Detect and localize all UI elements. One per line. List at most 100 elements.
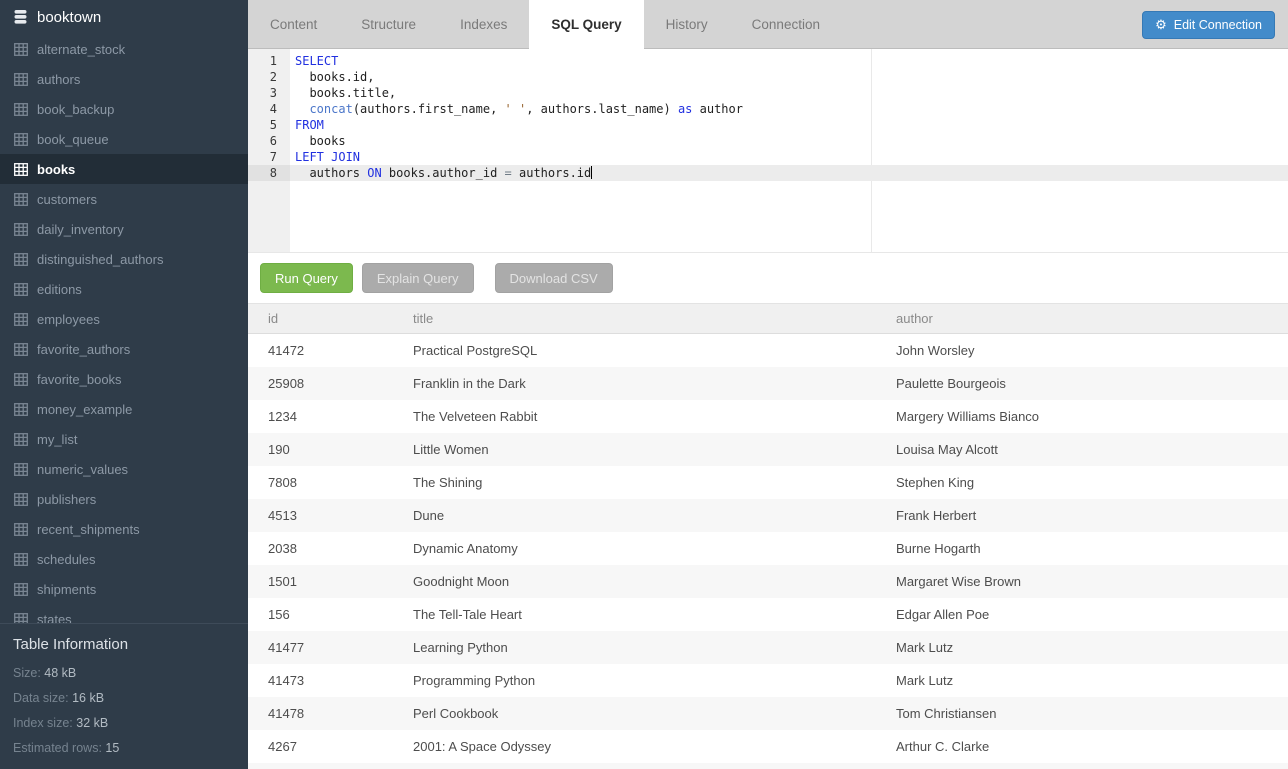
line-number: 3 xyxy=(248,85,290,101)
table-row[interactable]: 7808The ShiningStephen King xyxy=(248,466,1288,499)
tab-history[interactable]: History xyxy=(644,0,730,49)
cell-title: The Shining xyxy=(393,475,876,490)
table-row[interactable]: 190Little WomenLouisa May Alcott xyxy=(248,433,1288,466)
tab-indexes[interactable]: Indexes xyxy=(438,0,529,49)
table-icon xyxy=(14,523,28,536)
sidebar-table-distinguished_authors[interactable]: distinguished_authors xyxy=(0,244,248,274)
sidebar-table-editions[interactable]: editions xyxy=(0,274,248,304)
table-row[interactable]: 41472Practical PostgreSQLJohn Worsley xyxy=(248,334,1288,367)
table-row[interactable]: 25908Franklin in the DarkPaulette Bourge… xyxy=(248,367,1288,400)
line-number: 7 xyxy=(248,149,290,165)
table-name-label: books xyxy=(37,162,75,177)
table-list: alternate_stockauthors book_backup book_qu… xyxy=(0,34,248,623)
download-csv-button[interactable]: Download CSV xyxy=(495,263,613,293)
table-name-label: numeric_values xyxy=(37,462,128,477)
line-number: 1 xyxy=(248,53,290,69)
table-row[interactable]: 41477Learning PythonMark Lutz xyxy=(248,631,1288,664)
table-name-label: authors xyxy=(37,72,80,87)
cell-title: 2001: A Space Odyssey xyxy=(393,739,876,754)
cell-title: Franklin in the Dark xyxy=(393,376,876,391)
line-number: 5 xyxy=(248,117,290,133)
table-icon xyxy=(14,553,28,566)
sidebar-table-favorite_authors[interactable]: favorite_authors xyxy=(0,334,248,364)
info-value: 16 kB xyxy=(72,691,104,705)
sidebar-table-book_backup[interactable]: book_backup xyxy=(0,94,248,124)
sidebar: booktown alternate_stockauthors book_back… xyxy=(0,0,248,769)
cell-title: Practical PostgreSQL xyxy=(393,343,876,358)
table-row[interactable]: 1501Goodnight MoonMargaret Wise Brown xyxy=(248,565,1288,598)
cell-title: Programming Python xyxy=(393,673,876,688)
table-icon xyxy=(14,73,28,86)
table-name-label: editions xyxy=(37,282,82,297)
sidebar-table-recent_shipments[interactable]: recent_shipments xyxy=(0,514,248,544)
editor-gutter[interactable]: 12345678 xyxy=(248,49,290,252)
sidebar-table-books[interactable]: books xyxy=(0,154,248,184)
sidebar-table-employees[interactable]: employees xyxy=(0,304,248,334)
cell-id: 7808 xyxy=(248,475,393,490)
tab-connection[interactable]: Connection xyxy=(730,0,842,49)
table-row[interactable]: 1234The Velveteen RabbitMargery Williams… xyxy=(248,400,1288,433)
cell-author: Burne Hogarth xyxy=(876,541,1288,556)
sidebar-table-book_queue[interactable]: book_queue xyxy=(0,124,248,154)
table-name-label: favorite_books xyxy=(37,372,122,387)
database-name: booktown xyxy=(37,9,101,26)
column-header-author: author xyxy=(876,311,1288,326)
table-icon xyxy=(14,283,28,296)
sidebar-table-money_example[interactable]: money_example xyxy=(0,394,248,424)
table-info-row: Data size: 16 kB xyxy=(13,686,235,711)
code-line-2: books.id, xyxy=(290,69,1288,85)
table-icon xyxy=(14,493,28,506)
editor-code-area[interactable]: SELECT books.id, books.title, concat(aut… xyxy=(290,49,1288,252)
edit-connection-button[interactable]: ⚙ Edit Connection xyxy=(1142,11,1275,39)
cell-id: 156 xyxy=(248,607,393,622)
line-number: 4 xyxy=(248,101,290,117)
column-header-id: id xyxy=(248,311,393,326)
database-header[interactable]: booktown xyxy=(0,0,248,34)
tab-structure[interactable]: Structure xyxy=(339,0,438,49)
sidebar-table-alternate_stock[interactable]: alternate_stock xyxy=(0,34,248,64)
table-icon xyxy=(14,253,28,266)
sidebar-table-authors[interactable]: authors xyxy=(0,64,248,94)
table-row[interactable]: 4513DuneFrank Herbert xyxy=(248,499,1288,532)
cell-author: John Worsley xyxy=(876,343,1288,358)
sidebar-table-numeric_values[interactable]: numeric_values xyxy=(0,454,248,484)
table-icon xyxy=(14,43,28,56)
sidebar-table-customers[interactable]: customers xyxy=(0,184,248,214)
table-row[interactable]: 41478Perl CookbookTom Christiansen xyxy=(248,697,1288,730)
explain-query-button[interactable]: Explain Query xyxy=(362,263,474,293)
table-icon xyxy=(14,373,28,386)
table-row[interactable]: 156The Tell-Tale HeartEdgar Allen Poe xyxy=(248,598,1288,631)
table-icon xyxy=(14,103,28,116)
table-icon xyxy=(14,613,28,624)
results-table: idtitleauthor 41472Practical PostgreSQLJ… xyxy=(248,304,1288,769)
sidebar-table-states[interactable]: states xyxy=(0,604,248,623)
table-row[interactable]: 2038Dynamic AnatomyBurne Hogarth xyxy=(248,532,1288,565)
table-name-label: employees xyxy=(37,312,100,327)
tab-content[interactable]: Content xyxy=(248,0,339,49)
table-name-label: book_queue xyxy=(37,132,109,147)
sidebar-table-favorite_books[interactable]: favorite_books xyxy=(0,364,248,394)
sidebar-table-my_list[interactable]: my_list xyxy=(0,424,248,454)
sidebar-table-schedules[interactable]: schedules xyxy=(0,544,248,574)
sidebar-table-publishers[interactable]: publishers xyxy=(0,484,248,514)
table-name-label: states xyxy=(37,612,72,624)
cell-id: 41478 xyxy=(248,706,393,721)
tab-bar: ContentStructureIndexesSQL QueryHistoryC… xyxy=(248,0,1288,49)
table-name-label: book_backup xyxy=(37,102,114,117)
cell-author: Paulette Bourgeois xyxy=(876,376,1288,391)
query-actions-bar: Run Query Explain Query Download CSV xyxy=(248,252,1288,304)
sql-editor[interactable]: 12345678 SELECT books.id, books.title, c… xyxy=(248,49,1288,252)
table-name-label: publishers xyxy=(37,492,96,507)
table-row[interactable]: 42672001: A Space OdysseyArthur C. Clark… xyxy=(248,730,1288,763)
table-row[interactable]: 41473Programming PythonMark Lutz xyxy=(248,664,1288,697)
sidebar-table-shipments[interactable]: shipments xyxy=(0,574,248,604)
text-cursor xyxy=(591,166,592,179)
column-header-title: title xyxy=(393,311,876,326)
tab-sql-query[interactable]: SQL Query xyxy=(529,0,643,49)
table-icon xyxy=(14,193,28,206)
cell-id: 41472 xyxy=(248,343,393,358)
table-name-label: money_example xyxy=(37,402,132,417)
cell-author: Mark Lutz xyxy=(876,640,1288,655)
run-query-button[interactable]: Run Query xyxy=(260,263,353,293)
sidebar-table-daily_inventory[interactable]: daily_inventory xyxy=(0,214,248,244)
